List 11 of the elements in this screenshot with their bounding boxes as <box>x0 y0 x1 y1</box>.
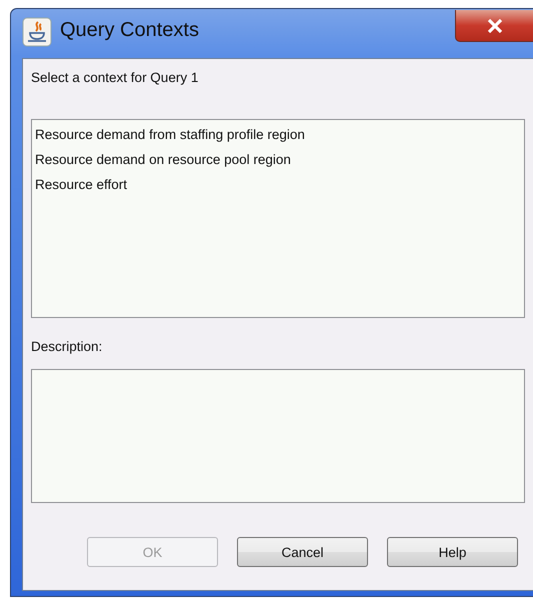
context-item[interactable]: Resource effort <box>32 175 524 200</box>
close-button[interactable] <box>455 10 533 42</box>
description-label: Description: <box>31 339 104 354</box>
context-item[interactable]: Resource demand from staffing profile region <box>32 125 524 150</box>
dialog-button[interactable]: Help <box>387 537 518 567</box>
prompt-text: Select a context for Query 1 <box>31 70 200 85</box>
coffee-cup-icon <box>22 17 52 47</box>
window-title: Query Contexts <box>60 19 199 42</box>
close-icon <box>486 18 502 32</box>
dialog-button[interactable]: Cancel <box>237 537 368 567</box>
context-item[interactable]: Resource demand on resource pool region <box>32 150 524 175</box>
